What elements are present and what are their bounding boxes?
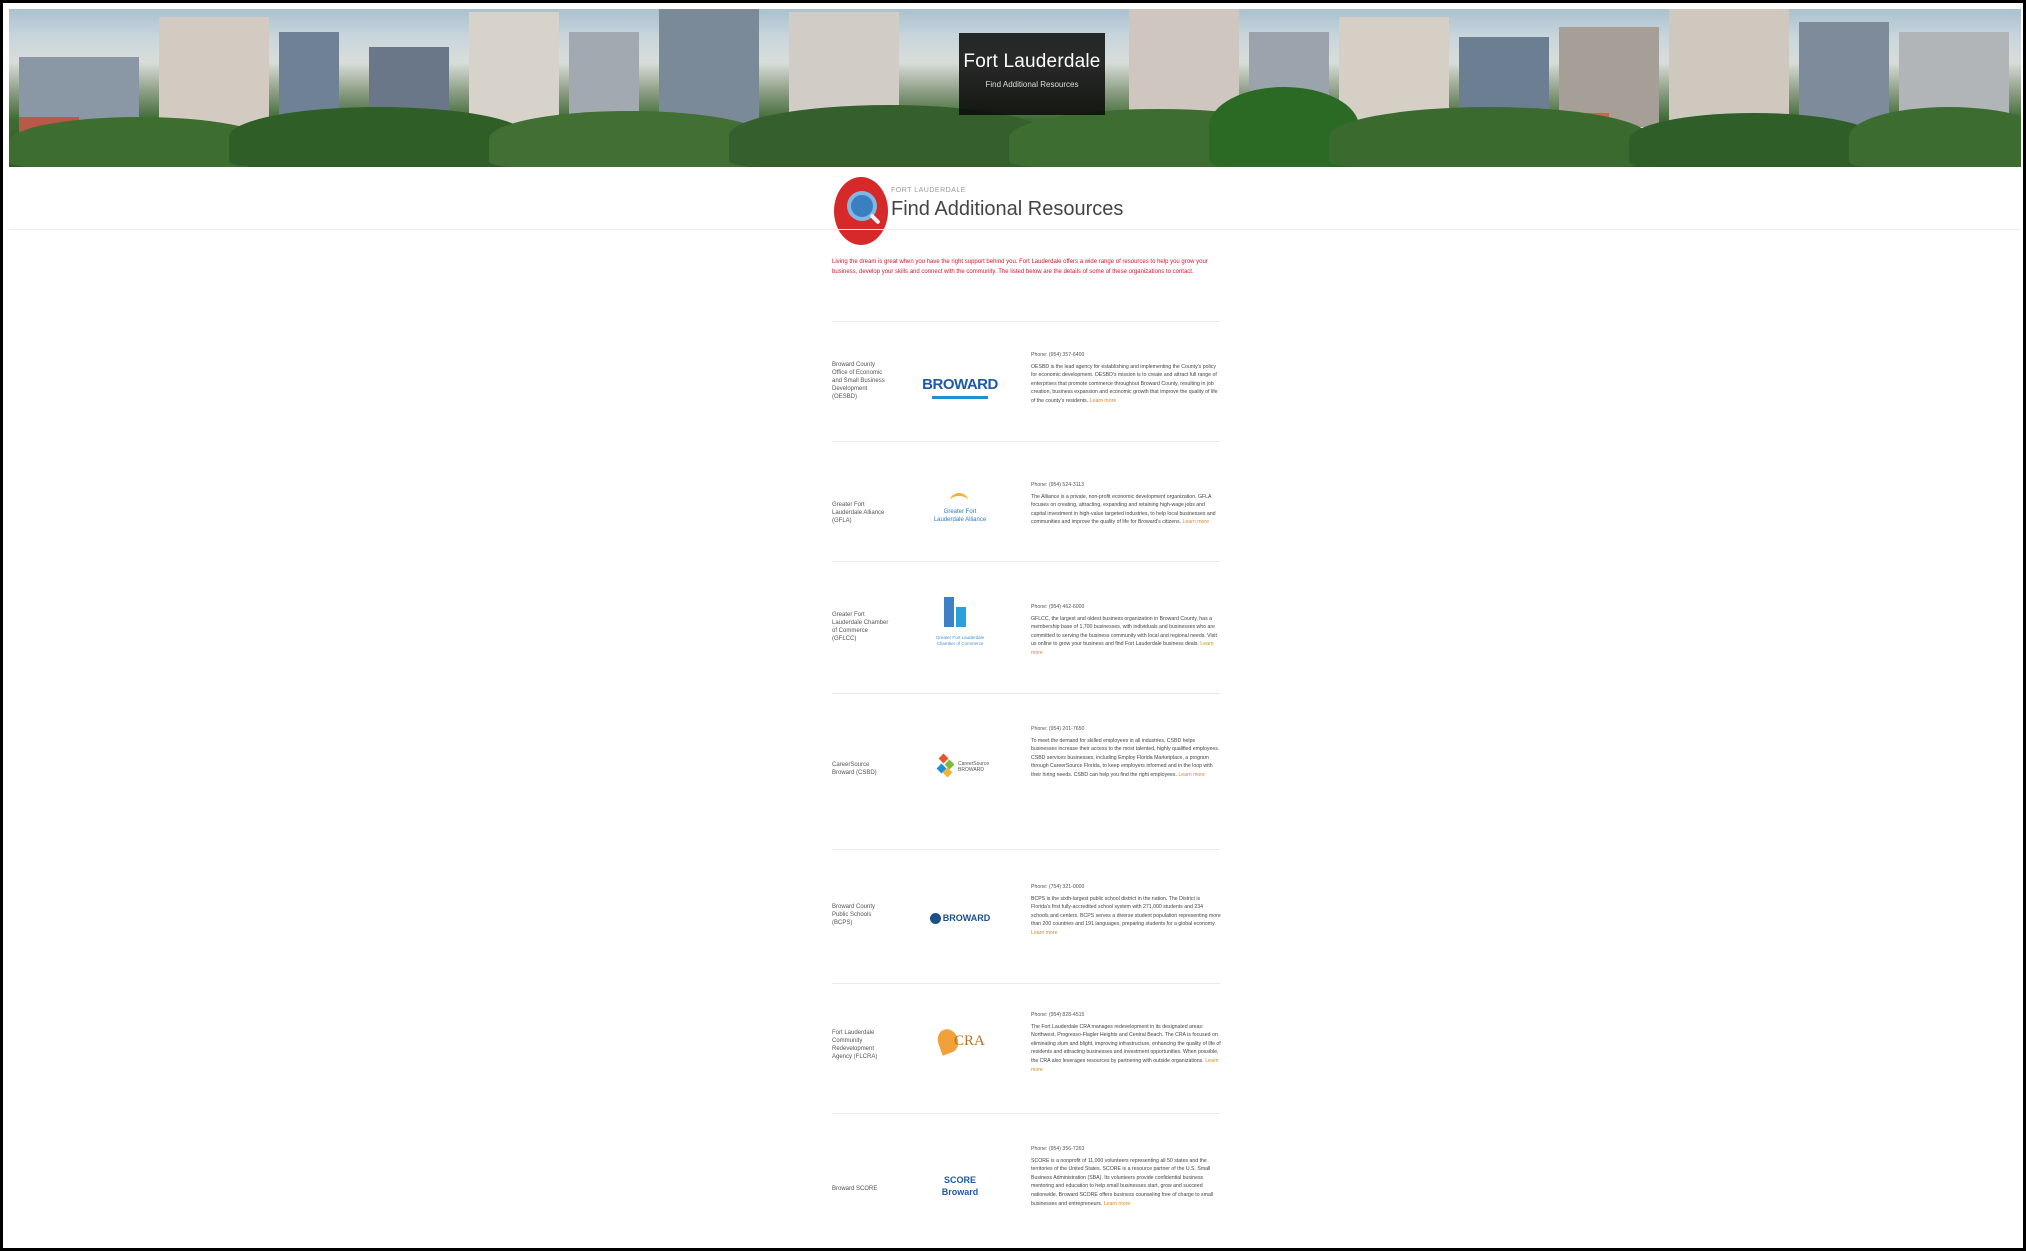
org-phone: Phone: (954) 201-7650: [1031, 726, 1085, 732]
divider: [832, 983, 1220, 984]
resource-item-score: Broward SCORE SCORE Broward Phone: (954)…: [832, 1113, 1220, 1245]
org-phone: Phone: (954) 462-6000: [1031, 604, 1085, 610]
resource-item-bcps: Broward County Public Schools (BCPS) BRO…: [832, 849, 1221, 983]
resource-item-csbd: CareerSource Broward (CSBD) CareerSource…: [832, 693, 1220, 849]
org-description: Phone: (954) 357-6400 OESBD is the lead …: [1031, 351, 1221, 406]
org-description: Phone: (954) 201-7650 To meet the demand…: [1031, 725, 1221, 780]
resource-item-gflcc: Greater Fort Lauderdale Chamber of Comme…: [832, 561, 1220, 693]
broward-logo[interactable]: BROWARD: [922, 365, 998, 403]
gflcc-logo[interactable]: Greater Fort Lauderdale Chamber of Comme…: [928, 595, 992, 681]
org-description-text: BCPS is the sixth-largest public school …: [1031, 895, 1221, 928]
org-phone: Phone: (954) 356-7263: [1031, 1146, 1085, 1152]
divider: [9, 229, 2021, 230]
logo-wordmark: SCORE Broward: [941, 1175, 979, 1197]
org-phone: Phone: (954) 828-4515: [1031, 1012, 1085, 1018]
org-description: Phone: (954) 356-7263 SCORE is a nonprof…: [1031, 1145, 1221, 1208]
divider: [832, 1113, 1220, 1114]
learn-more-link[interactable]: Learn more: [1031, 930, 1058, 936]
page-frame: Fort Lauderdale Find Additional Resource…: [0, 0, 2026, 1251]
hero-subtitle: Find Additional Resources: [985, 80, 1079, 89]
intro-text: Living the dream is great when you have …: [832, 259, 1208, 275]
divider: [832, 693, 1220, 694]
org-name: CareerSource Broward (CSBD): [832, 762, 877, 776]
hero-title: Fort Lauderdale: [963, 51, 1101, 72]
learn-more-link[interactable]: Learn more: [1090, 398, 1117, 404]
org-name: Fort Lauderdale Community Redevelopment …: [832, 1030, 878, 1060]
org-phone: Phone: (954) 357-6400: [1031, 352, 1085, 358]
org-name: Broward SCORE: [832, 1186, 878, 1192]
magnifier-icon: [834, 177, 888, 245]
org-name: Greater Fort Lauderdale Alliance (GFLA): [832, 502, 885, 524]
page-title: Find Additional Resources: [891, 198, 1124, 220]
learn-more-link[interactable]: Learn more: [1183, 519, 1210, 525]
org-phone: Phone: (754) 321-0000: [1031, 884, 1085, 890]
org-name: Greater Fort Lauderdale Chamber of Comme…: [832, 612, 889, 642]
resource-item-oesbd: Broward County Office of Economic and Sm…: [832, 321, 1220, 441]
gfla-logo[interactable]: Greater Fort Lauderdale Alliance: [928, 491, 992, 529]
logo-wordmark: CRA: [954, 1033, 985, 1049]
divider: [832, 849, 1220, 850]
cra-logo[interactable]: CRA: [928, 1023, 992, 1061]
careersource-logo[interactable]: CareerSource BROWARD: [928, 749, 992, 787]
logo-wordmark: Greater Fort Lauderdale Chamber of Comme…: [935, 635, 985, 646]
org-name: Broward County Office of Economic and Sm…: [832, 362, 885, 400]
org-description: Phone: (954) 828-4515 The Fort Lauderdal…: [1031, 1011, 1221, 1074]
org-description-text: SCORE is a nonprofit of 11,000 volunteer…: [1031, 1157, 1214, 1207]
divider: [832, 561, 1220, 562]
logo-wordmark: BROWARD: [942, 913, 991, 923]
hero-title-box: Fort Lauderdale Find Additional Resource…: [959, 33, 1105, 115]
org-description-text: GFLCC, the largest and oldest business o…: [1031, 615, 1217, 648]
globe-icon: [929, 912, 941, 924]
logo-wordmark: CareerSource BROWARD: [958, 761, 990, 773]
org-description-text: The Fort Lauderdale CRA manages redevelo…: [1031, 1023, 1221, 1064]
bcps-logo[interactable]: BROWARD: [928, 899, 992, 937]
org-phone: Phone: (954) 524-3113: [1031, 482, 1084, 488]
org-description: Phone: (954) 462-6000 GFLCC, the largest…: [1031, 603, 1221, 658]
org-description: Phone: (954) 524-3113 The Alliance is a …: [1031, 481, 1221, 527]
divider: [832, 321, 1220, 322]
resource-item-flcra: Fort Lauderdale Community Redevelopment …: [832, 983, 1221, 1113]
org-name: Broward County Public Schools (BCPS): [832, 904, 876, 926]
resource-item-gfla: Greater Fort Lauderdale Alliance (GFLA) …: [832, 441, 1220, 561]
section-kicker: FORT LAUDERDALE: [891, 187, 966, 194]
org-description-text: OESBD is the lead agency for establishin…: [1031, 363, 1218, 404]
logo-wordmark: BROWARD: [922, 375, 998, 393]
hero-banner: Fort Lauderdale Find Additional Resource…: [9, 9, 2021, 167]
logo-wordmark: Greater Fort Lauderdale Alliance: [933, 509, 987, 523]
learn-more-link[interactable]: Learn more: [1178, 772, 1205, 778]
divider: [832, 441, 1220, 442]
score-logo[interactable]: SCORE Broward: [928, 1167, 992, 1205]
learn-more-link[interactable]: Learn more: [1104, 1201, 1131, 1207]
org-description: Phone: (754) 321-0000 BCPS is the sixth-…: [1031, 883, 1221, 938]
